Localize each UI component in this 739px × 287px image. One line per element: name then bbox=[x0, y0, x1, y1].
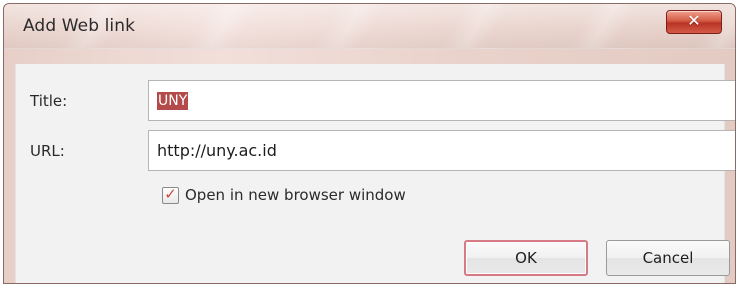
open-new-window-checkbox[interactable]: ✓ bbox=[162, 184, 179, 204]
dialog-title: Add Web link bbox=[23, 16, 136, 36]
close-icon: ✕ bbox=[687, 11, 701, 30]
title-bar[interactable]: Add Web link ✕ bbox=[4, 4, 735, 49]
dialog-content: Title: UNY URL: http://uny.ac.id ✓ Open … bbox=[15, 64, 735, 283]
add-web-link-dialog: Add Web link ✕ Title: UNY URL: http://un… bbox=[3, 3, 736, 284]
cancel-button[interactable]: Cancel bbox=[606, 240, 730, 276]
title-input[interactable]: UNY bbox=[148, 80, 735, 121]
open-new-window-label: Open in new browser window bbox=[185, 186, 406, 204]
close-button[interactable]: ✕ bbox=[666, 10, 722, 34]
checkmark-icon: ✓ bbox=[164, 184, 177, 203]
ok-button[interactable]: OK bbox=[464, 240, 588, 276]
title-label: Title: bbox=[30, 92, 68, 110]
url-input-text: http://uny.ac.id bbox=[157, 141, 277, 160]
url-label: URL: bbox=[30, 142, 65, 160]
url-input[interactable]: http://uny.ac.id bbox=[148, 130, 735, 171]
open-new-window-row[interactable]: ✓ Open in new browser window bbox=[162, 184, 406, 206]
title-input-selected-text: UNY bbox=[157, 91, 189, 110]
